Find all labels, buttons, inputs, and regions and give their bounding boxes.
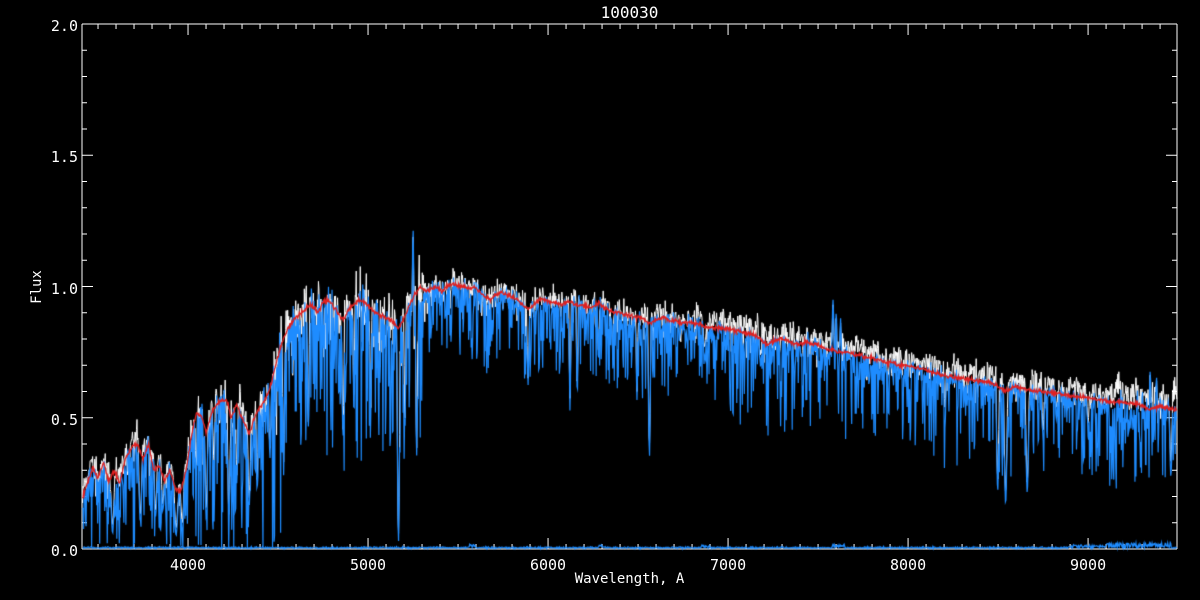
x-tick-label: 6000 [529,556,567,574]
y-tick-label: 1.5 [50,148,78,167]
x-tick-label: 7000 [709,556,747,574]
x-axis-label: Wavelength, A [574,571,685,587]
chart-title: 100030 [600,3,659,22]
spectrum-canvas [0,0,1200,600]
x-tick-label: 9000 [1070,556,1107,574]
y-tick-label: 2.0 [50,17,78,35]
y-tick-label: 0.0 [50,542,78,560]
x-tick-label: 5000 [349,556,387,574]
y-tick-label: 0.5 [50,410,78,429]
x-tick-label: 4000 [169,556,207,574]
y-axis-label: Flux [29,269,45,304]
y-tick-label: 1.0 [50,279,78,298]
x-tick-label: 8000 [890,556,927,574]
spectrum-chart: 100030 Wavelength, A Flux 4000 5000 6000 70… [0,0,1200,600]
